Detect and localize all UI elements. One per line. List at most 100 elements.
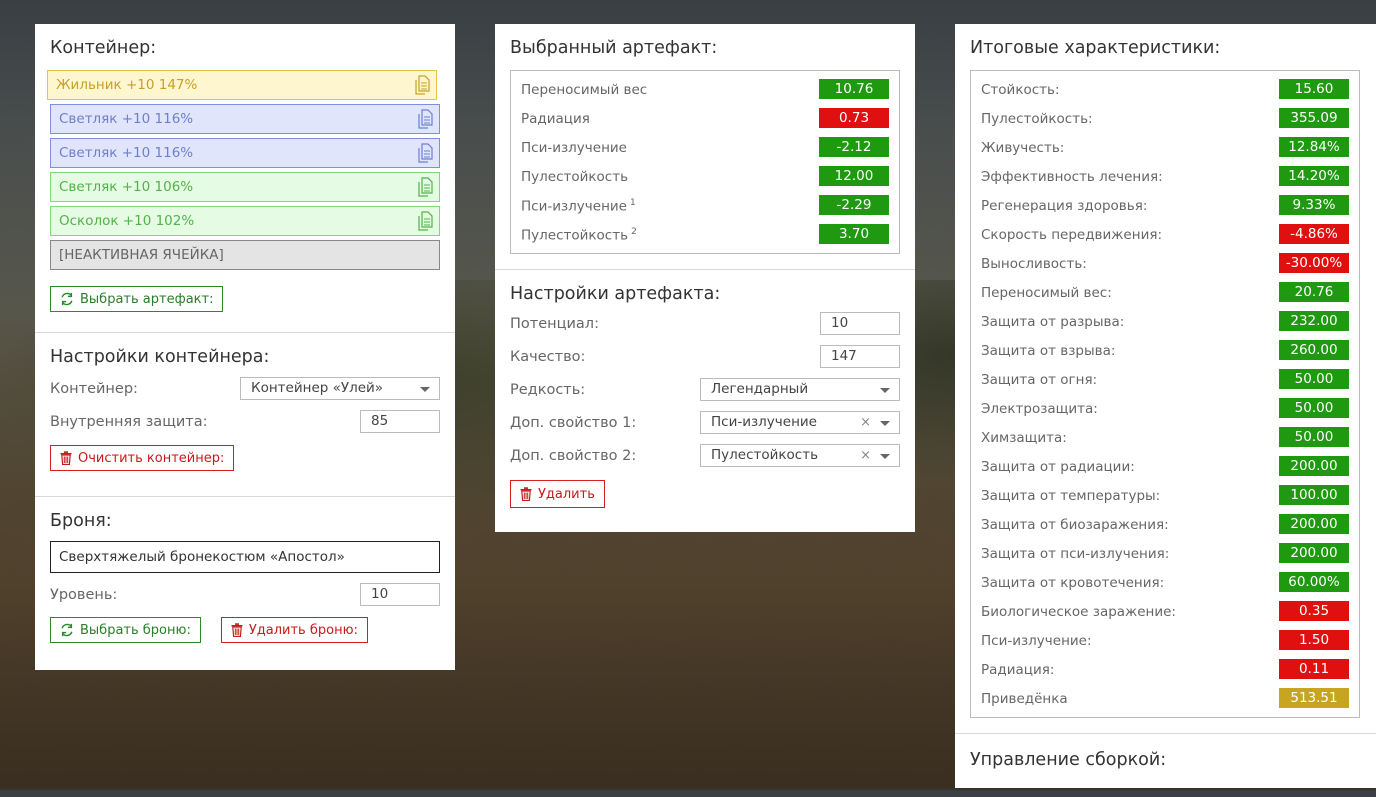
select-armor-button[interactable]: Выбрать броню: bbox=[50, 617, 201, 643]
container-slot[interactable]: Светляк +10 116% bbox=[50, 104, 440, 134]
total-stat-name: Защита от биозаражения: bbox=[981, 517, 1169, 533]
extra1-select[interactable]: Пси-излучение × bbox=[700, 411, 900, 434]
total-stat-value-badge: 12.84% bbox=[1279, 137, 1349, 157]
potential-input[interactable]: 10 bbox=[820, 312, 900, 335]
artifact-stat-value-badge: -2.12 bbox=[819, 137, 889, 157]
delete-armor-label: Удалить броню: bbox=[248, 622, 358, 638]
clear-x-icon[interactable]: × bbox=[860, 412, 871, 433]
trash-icon bbox=[520, 487, 532, 501]
container-settings-section: Настройки контейнера: Контейнер: Контейн… bbox=[35, 333, 455, 497]
container-slot-label: Светляк +10 116% bbox=[59, 111, 194, 127]
total-stat-name: Стойкость: bbox=[981, 82, 1060, 98]
container-select[interactable]: Контейнер «Улей» bbox=[240, 377, 440, 400]
copy-icon[interactable] bbox=[417, 211, 433, 231]
middle-panel: Выбранный артефакт: Переносимый вес 10.76… bbox=[495, 24, 915, 532]
total-stat-name: Приведёнка bbox=[981, 691, 1068, 707]
extra1-label: Доп. свойство 1: bbox=[510, 415, 637, 431]
right-panel: Итоговые характеристики: Стойкость: 15.60… bbox=[955, 24, 1376, 788]
total-stat-row: Переносимый вес: 20.76 bbox=[981, 279, 1349, 308]
totals-title: Итоговые характеристики: bbox=[970, 38, 1221, 58]
total-stat-name: Выносливость: bbox=[981, 256, 1087, 272]
inner-protection-input[interactable]: 85 bbox=[360, 410, 440, 433]
total-stat-name-text: Защита от температуры: bbox=[981, 488, 1161, 504]
total-stat-name: Защита от разрыва: bbox=[981, 314, 1124, 330]
artifact-stat-row: Пси-излучение -2.12 bbox=[521, 134, 889, 163]
total-stat-row: Регенерация здоровья: 9.33% bbox=[981, 192, 1349, 221]
total-stat-name-text: Скорость передвижения: bbox=[981, 227, 1163, 243]
extra2-select[interactable]: Пулестойкость × bbox=[700, 444, 900, 467]
artifact-stat-name-text: Пси-излучение bbox=[521, 140, 627, 156]
extra2-select-value: Пулестойкость bbox=[711, 447, 819, 463]
delete-artifact-label: Удалить bbox=[538, 486, 595, 502]
total-stat-name: Биологическое заражение: bbox=[981, 604, 1176, 620]
total-stat-name-text: Защита от пси-излучения: bbox=[981, 546, 1170, 562]
clear-container-button[interactable]: Очистить контейнер: bbox=[50, 445, 235, 471]
container-section: Контейнер: Жильник +10 147% Светляк +10 1… bbox=[35, 24, 455, 333]
copy-icon[interactable] bbox=[417, 143, 433, 163]
container-slot-label: [НЕАКТИВНАЯ ЯЧЕЙКА] bbox=[59, 247, 224, 263]
artifact-stat-name-text: Пулестойкость bbox=[521, 169, 629, 185]
artifact-stat-name-text: Радиация bbox=[521, 111, 590, 127]
total-stat-name: Защита от взрыва: bbox=[981, 343, 1115, 359]
copy-icon[interactable] bbox=[414, 75, 430, 95]
total-stat-row: Защита от радиации: 200.00 bbox=[981, 453, 1349, 482]
clear-container-label: Очистить контейнер: bbox=[78, 450, 225, 466]
artifact-stat-row: Пулестойкость 12.00 bbox=[521, 163, 889, 192]
totals-section: Итоговые характеристики: Стойкость: 15.60… bbox=[955, 24, 1376, 734]
total-stat-row: Защита от биозаражения: 200.00 bbox=[981, 511, 1349, 540]
total-stat-row: Защита от разрыва: 232.00 bbox=[981, 308, 1349, 337]
artifact-stat-row: Пси-излучение 1 -2.29 bbox=[521, 192, 889, 221]
total-stat-row: Пси-излучение: 1.50 bbox=[981, 627, 1349, 656]
select-artifact-button[interactable]: Выбрать артефакт: bbox=[50, 286, 224, 312]
copy-icon[interactable] bbox=[417, 109, 433, 129]
total-stat-name: Защита от радиации: bbox=[981, 459, 1135, 475]
select-artifact-label: Выбрать артефакт: bbox=[80, 291, 214, 307]
total-stat-name: Защита от температуры: bbox=[981, 488, 1160, 504]
total-stat-name: Живучесть: bbox=[981, 140, 1064, 156]
total-stat-value-badge: 0.11 bbox=[1279, 659, 1349, 679]
total-stat-row: Электрозащита: 50.00 bbox=[981, 395, 1349, 424]
total-stat-row: Приведёнка 513.51 bbox=[981, 685, 1349, 714]
armor-level-input[interactable]: 10 bbox=[360, 583, 440, 606]
container-slot[interactable]: [НЕАКТИВНАЯ ЯЧЕЙКА] bbox=[50, 240, 440, 270]
container-slot[interactable]: Осколок +10 102% bbox=[50, 206, 440, 236]
total-stat-value-badge: 60.00% bbox=[1279, 572, 1349, 592]
total-stat-value-badge: 1.50 bbox=[1279, 630, 1349, 650]
artifact-stat-row: Переносимый вес 10.76 bbox=[521, 76, 889, 105]
total-stat-value-badge: 513.51 bbox=[1279, 688, 1349, 708]
clear-x-icon[interactable]: × bbox=[860, 445, 871, 466]
total-stat-name-text: Защита от радиации: bbox=[981, 459, 1135, 475]
total-stat-name-text: Электрозащита: bbox=[981, 401, 1098, 417]
total-stat-name-text: Защита от огня: bbox=[981, 372, 1098, 388]
quality-input[interactable]: 147 bbox=[820, 345, 900, 368]
quality-label: Качество: bbox=[510, 349, 586, 365]
total-stat-value-badge: 14.20% bbox=[1279, 166, 1349, 186]
chevron-down-icon bbox=[880, 421, 890, 426]
total-stat-name-text: Эффективность лечения: bbox=[981, 169, 1163, 185]
artifact-stat-name-text: Переносимый вес bbox=[521, 82, 648, 98]
total-stat-name: Защита от пси-излучения: bbox=[981, 546, 1169, 562]
container-slot[interactable]: Жильник +10 147% bbox=[47, 70, 437, 100]
rarity-select[interactable]: Легендарный bbox=[700, 378, 900, 401]
delete-artifact-button[interactable]: Удалить bbox=[510, 480, 605, 508]
total-stat-row: Эффективность лечения: 14.20% bbox=[981, 163, 1349, 192]
armor-section: Броня: Сверхтяжелый бронекостюм «Апостол… bbox=[35, 497, 455, 658]
container-slot[interactable]: Светляк +10 106% bbox=[50, 172, 440, 202]
total-stat-value-badge: -4.86% bbox=[1279, 224, 1349, 244]
artifact-stat-name: Пулестойкость 2 bbox=[521, 227, 637, 244]
delete-armor-button[interactable]: Удалить броню: bbox=[220, 617, 368, 643]
total-stat-name-text: Пулестойкость: bbox=[981, 111, 1093, 127]
copy-icon[interactable] bbox=[417, 177, 433, 197]
container-select-value: Контейнер «Улей» bbox=[251, 380, 384, 396]
artifact-stat-value-badge: 12.00 bbox=[819, 166, 889, 186]
armor-name-field[interactable]: Сверхтяжелый бронекостюм «Апостол» bbox=[50, 541, 440, 573]
container-slot[interactable]: Светляк +10 116% bbox=[50, 138, 440, 168]
total-stat-row: Химзащита: 50.00 bbox=[981, 424, 1349, 453]
total-stat-value-badge: 200.00 bbox=[1279, 456, 1349, 476]
total-stat-name: Эффективность лечения: bbox=[981, 169, 1163, 185]
armor-title: Броня: bbox=[50, 511, 112, 531]
artifact-stats-box: Переносимый вес 10.76 Радиация 0.73 Пси-излу… bbox=[510, 70, 900, 254]
chevron-down-icon bbox=[880, 454, 890, 459]
artifact-stat-name: Радиация bbox=[521, 111, 590, 127]
artifact-settings-section: Настройки артефакта: Потенциал: 10 Качес… bbox=[495, 270, 915, 523]
